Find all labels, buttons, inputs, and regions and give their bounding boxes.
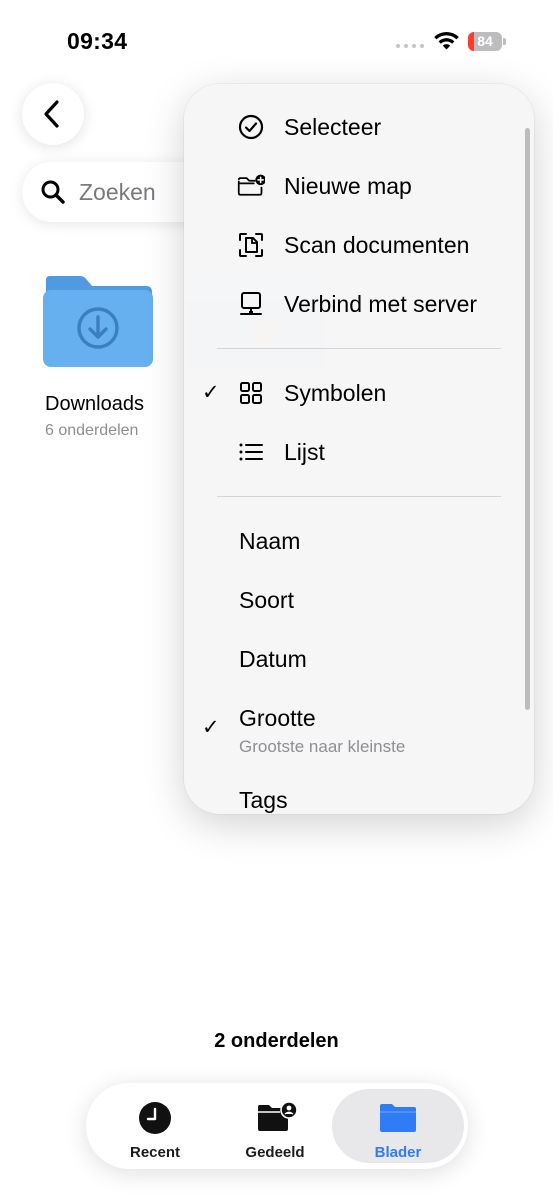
status-time: 09:34	[67, 28, 128, 54]
status-bar: 09:34 84	[0, 0, 553, 84]
list-icon	[239, 443, 263, 461]
menu-item-label: Nieuwe map	[284, 173, 412, 199]
display-server-icon	[240, 292, 262, 315]
wifi-icon	[434, 31, 459, 50]
battery-level: 84	[477, 33, 493, 49]
menu-item-select[interactable]: Selecteer	[184, 99, 534, 155]
folder-item-count: 6 onderdelen	[45, 422, 139, 439]
tab-shared[interactable]: Gedeeld	[212, 1089, 338, 1163]
grid-icon	[240, 382, 262, 404]
tab-label: Blader	[374, 1144, 422, 1161]
menu-item-icons-view[interactable]: ✓ Symbolen	[184, 365, 534, 421]
menu-item-sort-kind[interactable]: Soort	[184, 572, 534, 628]
menu-item-sort-name[interactable]: Naam	[184, 513, 534, 569]
tab-label: Gedeeld	[245, 1144, 305, 1161]
menu-item-label: Lijst	[284, 439, 325, 465]
folder-badge-plus-icon	[237, 174, 265, 196]
menu-item-sort-size[interactable]: ✓ Grootte Grootste naar kleinste	[184, 690, 534, 768]
checkmark-icon: ✓	[202, 716, 220, 739]
folder-icon	[380, 1104, 416, 1132]
back-button[interactable]	[22, 83, 84, 145]
menu-item-scan-documents[interactable]: Scan documenten	[184, 217, 534, 273]
download-folder-icon	[43, 276, 153, 367]
menu-item-sort-tags[interactable]: Tags	[184, 772, 534, 814]
tab-recent[interactable]: Recent	[92, 1089, 218, 1163]
menu-item-label: Tags	[239, 787, 288, 813]
checkmark-circle-icon	[238, 114, 264, 140]
menu-item-label: Grootte	[239, 705, 316, 731]
checkmark-icon: ✓	[202, 381, 220, 404]
menu-item-sublabel: Grootste naar kleinste	[239, 737, 406, 756]
menu-item-new-folder[interactable]: Nieuwe map	[184, 158, 534, 214]
items-count: 2 onderdelen	[214, 1030, 339, 1052]
doc-viewfinder-icon	[239, 233, 263, 257]
chevron-left-icon	[44, 100, 59, 128]
menu-item-label: Naam	[239, 528, 301, 554]
tab-browse[interactable]: Blader	[332, 1089, 464, 1163]
options-menu: Selecteer Nieuwe map Scan documenten Ver…	[184, 84, 534, 814]
folder-name: Downloads	[45, 393, 144, 415]
menu-item-label: Scan documenten	[284, 232, 470, 258]
shared-folder-icon	[258, 1101, 298, 1131]
menu-item-sort-date[interactable]: Datum	[184, 631, 534, 687]
menu-divider	[217, 348, 501, 349]
tab-label: Recent	[129, 1144, 181, 1161]
battery-icon: 84	[468, 32, 506, 51]
menu-item-connect-server[interactable]: Verbind met server	[184, 276, 534, 332]
menu-scrollbar[interactable]	[525, 128, 530, 710]
search-placeholder: Zoeken	[79, 179, 156, 205]
clock-icon	[139, 1102, 171, 1134]
menu-item-label: Selecteer	[284, 114, 382, 140]
menu-item-label: Datum	[239, 646, 307, 672]
cellular-signal-icon	[396, 44, 424, 48]
menu-item-label: Symbolen	[284, 380, 387, 406]
tab-bar: Recent Gedeeld Blader	[86, 1083, 468, 1169]
magnifying-glass-icon	[41, 180, 65, 204]
menu-divider	[217, 496, 501, 497]
menu-item-label: Verbind met server	[284, 291, 478, 317]
menu-item-list-view[interactable]: Lijst	[184, 424, 534, 480]
menu-item-label: Soort	[239, 587, 294, 613]
